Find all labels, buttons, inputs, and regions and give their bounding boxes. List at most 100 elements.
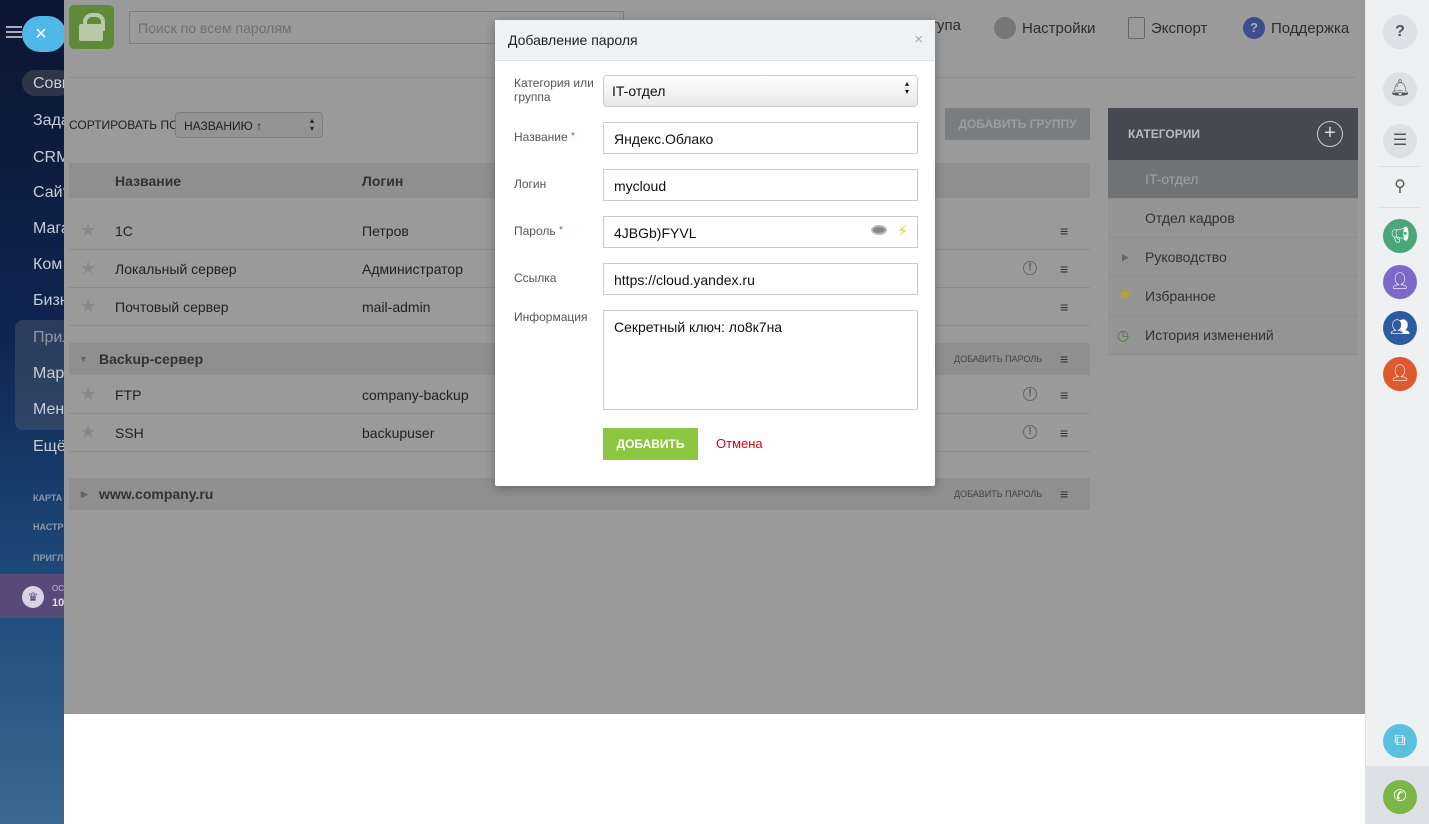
- star-icon: ★: [1117, 285, 1133, 304]
- help-icon: ?: [1243, 17, 1265, 39]
- add-password-dialog: Добавление пароля × Категория или группа …: [495, 20, 935, 486]
- star-icon[interactable]: ★: [80, 422, 96, 443]
- menu-settings[interactable]: Настройки: [994, 17, 1096, 39]
- star-icon[interactable]: ★: [80, 296, 96, 317]
- label-name: Название *: [514, 130, 575, 144]
- left-navigation: Совм Зада CRM Сайт Мага Ком Бизн Прил Ма…: [0, 0, 64, 824]
- label-info: Информация: [514, 310, 588, 324]
- column-login[interactable]: Логин: [362, 173, 403, 189]
- row-login: Петров: [362, 223, 409, 239]
- phone-icon[interactable]: ✆: [1383, 780, 1417, 814]
- user-icon[interactable]: 👤︎: [1383, 357, 1417, 391]
- search-icon[interactable]: ⚲: [1383, 170, 1417, 204]
- history-icon: ◷: [1117, 327, 1130, 343]
- star-icon[interactable]: ★: [80, 258, 96, 279]
- page-bottom: [64, 714, 1365, 824]
- nav-item[interactable]: Мен: [33, 401, 64, 419]
- nav-item[interactable]: CRM: [33, 149, 64, 167]
- star-icon[interactable]: ★: [80, 220, 96, 241]
- group-title: www.company.ru: [99, 486, 214, 502]
- row-menu-icon[interactable]: ≡: [1060, 223, 1068, 239]
- bell-icon[interactable]: 🔔︎: [1383, 72, 1417, 106]
- categories-title: КАТЕГОРИИ: [1128, 127, 1200, 141]
- group-chat-icon[interactable]: 👥︎: [1383, 311, 1417, 345]
- name-field[interactable]: Яндекс.Облако: [603, 122, 918, 154]
- nav-link[interactable]: НАСТР: [33, 522, 64, 532]
- nav-item[interactable]: Ещё: [33, 438, 64, 456]
- column-name[interactable]: Название: [115, 173, 181, 189]
- category-select[interactable]: IT-отдел: [603, 75, 918, 107]
- user-icon[interactable]: 👤︎: [1383, 265, 1417, 299]
- warning-icon: !: [1023, 261, 1037, 275]
- group-title: Backup-сервер: [99, 351, 204, 367]
- nav-item[interactable]: Бизн: [33, 292, 64, 310]
- chat-icon[interactable]: ☰: [1383, 124, 1417, 158]
- row-menu-icon[interactable]: ≡: [1060, 425, 1068, 441]
- categories-panel: КАТЕГОРИИ + IT-отдел Отдел кадров ▶ Руково…: [1108, 108, 1358, 355]
- eye-icon[interactable]: [871, 225, 887, 235]
- cancel-link[interactable]: Отмена: [716, 436, 763, 451]
- dialog-title: Добавление пароля: [508, 32, 638, 48]
- add-button[interactable]: ДОБАВИТЬ: [603, 428, 698, 460]
- sort-label: СОРТИРОВАТЬ ПО: [69, 118, 179, 132]
- screen-share-icon[interactable]: ⧉: [1383, 724, 1417, 758]
- login-field[interactable]: mycloud: [603, 169, 918, 201]
- category-history[interactable]: ◷ История изменений: [1108, 316, 1358, 355]
- password-field[interactable]: 4JBGb)FYVL ⚡︎: [603, 216, 918, 248]
- promo-banner[interactable]: ♛ ОС 10: [0, 574, 64, 618]
- category-hr[interactable]: Отдел кадров: [1108, 199, 1358, 238]
- category-label: Руководство: [1145, 249, 1227, 265]
- right-sidebar: ? 🔔︎ ☰ ⚲ 📢︎ 👤︎ 👥︎ 👤︎ ⧉ ✆: [1365, 0, 1429, 824]
- star-icon[interactable]: ★: [80, 384, 96, 405]
- link-field[interactable]: https://cloud.yandex.ru: [603, 263, 918, 295]
- nav-link[interactable]: ПРИГЛ: [33, 553, 63, 563]
- label-text: Название: [514, 130, 568, 144]
- menu-icon[interactable]: [6, 26, 22, 38]
- close-panel-button[interactable]: ×: [22, 16, 66, 52]
- password-value: 4JBGb)FYVL: [614, 225, 697, 241]
- required-mark: *: [558, 225, 563, 236]
- expand-arrow-icon[interactable]: ▶: [81, 489, 88, 500]
- nav-item[interactable]: Мага: [33, 220, 64, 238]
- category-management[interactable]: ▶ Руководство: [1108, 238, 1358, 277]
- megaphone-icon[interactable]: 📢︎: [1383, 219, 1417, 253]
- menu-support[interactable]: ? Поддержка: [1243, 17, 1349, 39]
- category-it[interactable]: IT-отдел: [1108, 160, 1358, 199]
- row-menu-icon[interactable]: ≡: [1060, 387, 1068, 403]
- nav-item[interactable]: Прил: [33, 329, 64, 347]
- categories-header: КАТЕГОРИИ +: [1108, 108, 1358, 160]
- add-category-icon[interactable]: +: [1317, 121, 1343, 147]
- nav-item[interactable]: Совм: [33, 75, 64, 93]
- sort-select[interactable]: НАЗВАНИЮ ↑: [175, 112, 323, 138]
- close-icon[interactable]: ×: [914, 31, 923, 48]
- row-name: FTP: [115, 387, 142, 403]
- nav-item[interactable]: Сайт: [33, 184, 64, 202]
- row-menu-icon[interactable]: ≡: [1060, 299, 1068, 315]
- nav-item[interactable]: Зада: [33, 112, 64, 130]
- menu-label: Поддержка: [1271, 19, 1350, 37]
- divider: [1378, 207, 1420, 208]
- collapse-arrow-icon[interactable]: ▼: [79, 354, 88, 364]
- expand-arrow-icon[interactable]: ▶: [1122, 252, 1129, 263]
- category-favorites[interactable]: ★ Избранное: [1108, 277, 1358, 316]
- help-icon[interactable]: ?: [1383, 15, 1417, 49]
- row-menu-icon[interactable]: ≡: [1060, 261, 1068, 277]
- nav-link[interactable]: КАРТА: [33, 493, 62, 503]
- dialog-header: Добавление пароля ×: [495, 20, 935, 61]
- nav-item[interactable]: Мар: [33, 365, 64, 383]
- generate-password-icon[interactable]: ⚡︎: [897, 222, 908, 240]
- category-label: История изменений: [1145, 327, 1274, 343]
- add-password-link[interactable]: ДОБАВИТЬ ПАРОЛЬ: [954, 354, 1042, 364]
- add-password-link[interactable]: ДОБАВИТЬ ПАРОЛЬ: [954, 489, 1042, 499]
- menu-export[interactable]: Экспорт: [1128, 17, 1207, 39]
- gear-icon: [994, 17, 1016, 39]
- warning-icon: !: [1023, 425, 1037, 439]
- warning-icon: !: [1023, 387, 1037, 401]
- row-login: backupuser: [362, 425, 435, 441]
- info-textarea[interactable]: Секретный ключ: ло8к7на: [603, 310, 918, 410]
- nav-item[interactable]: Ком: [33, 256, 62, 274]
- group-menu-icon[interactable]: ≡: [1060, 351, 1068, 367]
- row-name: SSH: [115, 425, 144, 441]
- add-group-button[interactable]: ДОБАВИТЬ ГРУППУ: [945, 108, 1090, 140]
- group-menu-icon[interactable]: ≡: [1060, 486, 1068, 502]
